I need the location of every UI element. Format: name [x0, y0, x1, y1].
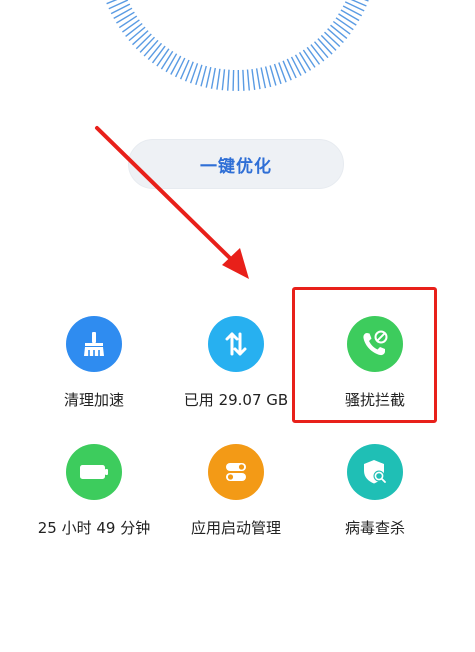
gauge-tick [330, 24, 348, 39]
gauge-tick [335, 17, 354, 31]
score-gauge-dial [106, 0, 369, 92]
gauge-tick [221, 69, 226, 91]
tool-label: 清理加速 [63, 391, 124, 409]
gauge-tick [350, 0, 367, 7]
gauge-tick [294, 54, 307, 74]
one-key-optimize-button[interactable]: 一键优化 [128, 139, 344, 189]
gauge-tick [147, 42, 163, 61]
gauge-tick [125, 22, 143, 37]
gauge-tick [317, 38, 333, 55]
gauge-tick [195, 64, 203, 86]
gauge-tick [116, 11, 135, 24]
tool-label: 25 小时 49 分钟 [37, 519, 151, 537]
shield-scan-icon [347, 444, 403, 500]
gauge-tick [170, 55, 182, 75]
up-down-arrows-icon [208, 316, 264, 372]
gauge-tick [210, 67, 216, 89]
gauge-tick [128, 26, 146, 42]
gauge-tick [264, 66, 272, 88]
gauge-tick [135, 33, 152, 50]
gauge-tick [290, 56, 302, 76]
gauge-tick [216, 68, 221, 90]
tool-app-launch-management[interactable]: 应用启动管理 [161, 444, 311, 538]
broom-icon [66, 316, 122, 372]
gauge-tick [242, 69, 245, 91]
gauge-tick [151, 45, 166, 64]
gauge-tick [310, 44, 325, 62]
gauge-tick [260, 67, 267, 89]
gauge-tick [251, 69, 256, 90]
gauge-tick [165, 53, 178, 73]
gauge-tick [255, 68, 261, 90]
tool-cleanup-speedup[interactable]: 清理加速 [19, 316, 169, 410]
gauge-tick [232, 69, 235, 91]
gauge-tick [246, 69, 250, 91]
gauge-tick [306, 46, 321, 65]
gauge-tick [338, 13, 357, 26]
gauge-tick [342, 5, 363, 17]
gauge-tick [269, 65, 277, 86]
gauge-tick [327, 28, 344, 44]
battery-icon [66, 444, 122, 500]
tool-label: 病毒查杀 [344, 519, 405, 537]
gauge-tick [156, 48, 170, 67]
tool-virus-scan[interactable]: 病毒查杀 [300, 444, 450, 538]
one-key-optimize-label: 一键优化 [200, 156, 272, 177]
tool-battery[interactable]: 25 小时 49 分钟 [19, 444, 169, 538]
gauge-tick [313, 41, 329, 59]
gauge-tick [113, 7, 133, 20]
toggle-switches-icon [208, 444, 264, 500]
gauge-tick [132, 30, 149, 46]
tool-storage-used[interactable]: 已用 29.07 GB [161, 316, 311, 410]
gauge-tick [324, 31, 341, 48]
gauge-tick [160, 50, 174, 70]
gauge-tick [227, 69, 230, 91]
gauge-tick [200, 65, 207, 87]
gauge-tick [340, 9, 360, 22]
gauge-tick [121, 19, 140, 33]
annotation-highlight-box [292, 287, 437, 423]
gauge-tick [139, 36, 156, 53]
tool-label: 应用启动管理 [190, 519, 281, 537]
gauge-tick [143, 39, 159, 57]
gauge-tick [205, 66, 212, 88]
gauge-tick [320, 34, 337, 51]
gauge-tick [302, 49, 316, 68]
gauge-tick [110, 3, 131, 15]
gauge-tick [298, 52, 312, 71]
gauge-tick [332, 20, 351, 35]
gauge-tick [118, 15, 138, 29]
tool-label: 已用 29.07 GB [183, 391, 289, 409]
